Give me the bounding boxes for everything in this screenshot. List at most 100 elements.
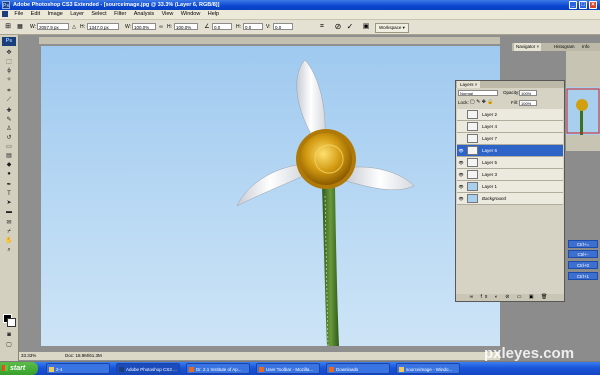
document-canvas[interactable] — [41, 46, 511, 346]
reference-point-icon[interactable]: ▦ — [16, 23, 24, 31]
relative-position-icon[interactable]: △ — [70, 23, 78, 31]
magic-wand-tool-icon[interactable]: ✧ — [2, 76, 16, 84]
taskbar-item[interactable]: Adobe Photoshop CS3 ... — [116, 363, 180, 374]
opacity-field[interactable]: 100% — [519, 90, 537, 96]
x-position-field[interactable]: 2057.9 px — [37, 23, 69, 30]
dodge-tool-icon[interactable]: ● — [2, 170, 16, 178]
options-bar: ⊞ ▦ W: 2057.9 px △ H: 1347.0 px W: 100.0… — [0, 20, 600, 35]
y-label: H: — [80, 24, 85, 30]
menu-analysis[interactable]: Analysis — [131, 10, 157, 19]
visibility-eye-icon[interactable] — [458, 136, 464, 141]
zoom-tool-icon[interactable]: ⌕ — [2, 246, 16, 254]
height-scale-field[interactable]: 100.0% — [174, 23, 198, 30]
shape-tool-icon[interactable]: ▬ — [2, 208, 16, 216]
action-fit-screen[interactable]: Ctrl+0 — [568, 261, 598, 269]
tab-info[interactable]: Info — [580, 43, 592, 51]
eraser-tool-icon[interactable]: ▭ — [2, 143, 16, 151]
menu-select[interactable]: Select — [88, 10, 109, 19]
menu-window[interactable]: Window — [178, 10, 204, 19]
healing-brush-icon[interactable]: ✚ — [2, 107, 16, 115]
crop-tool-icon[interactable]: ⌗ — [2, 87, 16, 95]
minimize-button[interactable]: _ — [569, 1, 577, 9]
slice-tool-icon[interactable]: ⟋ — [2, 96, 16, 104]
background-color-swatch[interactable] — [7, 318, 16, 327]
link-icon[interactable]: ∞ — [157, 23, 165, 31]
pen-tool-icon[interactable]: ✒ — [2, 181, 16, 189]
action-zoom-in[interactable]: Ctrl+= — [568, 240, 598, 248]
visibility-eye-icon[interactable]: 👁 — [458, 196, 464, 201]
menu-image[interactable]: Image — [45, 10, 66, 19]
layer-row[interactable]: 👁 Background — [457, 193, 563, 205]
h-skew-field[interactable]: 0.0 — [243, 23, 263, 30]
visibility-eye-icon[interactable]: 👁 — [458, 148, 464, 153]
taskbar-item[interactable]: Downloads — [326, 363, 390, 374]
cancel-transform-icon[interactable]: ⊘ — [334, 23, 342, 31]
menu-layer[interactable]: Layer — [67, 10, 87, 19]
fill-field[interactable]: 100% — [519, 100, 537, 106]
gradient-tool-icon[interactable]: ▤ — [2, 152, 16, 160]
layer-thumbnail — [467, 182, 478, 191]
visibility-eye-icon[interactable] — [458, 124, 464, 129]
action-actual-pixels[interactable]: Ctrl+1 — [568, 272, 598, 280]
tab-histogram[interactable]: Histogram — [552, 43, 577, 51]
layer-row[interactable]: 👁 Layer 1 — [457, 181, 563, 193]
lasso-tool-icon[interactable]: ϕ — [2, 67, 16, 75]
start-button[interactable]: start — [0, 362, 38, 375]
menu-help[interactable]: Help — [205, 10, 222, 19]
y-position-field[interactable]: 1347.0 px — [87, 23, 119, 30]
visibility-eye-icon[interactable]: 👁 — [458, 160, 464, 165]
layer-thumbnail — [467, 122, 478, 131]
visibility-eye-icon[interactable]: 👁 — [458, 184, 464, 189]
close-button[interactable]: × — [589, 1, 597, 9]
taskbar-item[interactable]: 2-4 — [46, 363, 110, 374]
blur-tool-icon[interactable]: ◆ — [2, 161, 16, 169]
layer-row[interactable]: Layer 2 — [457, 109, 563, 121]
marquee-tool-icon[interactable]: ⬚ — [2, 58, 16, 66]
clone-stamp-icon[interactable]: ♙ — [2, 125, 16, 133]
warp-mode-icon[interactable]: ⌗ — [318, 23, 326, 31]
layer-row[interactable]: 👁 Layer 5 — [457, 157, 563, 169]
path-selection-icon[interactable]: ➤ — [2, 199, 16, 207]
hand-tool-icon[interactable]: ✋ — [2, 237, 16, 245]
eyedropper-tool-icon[interactable]: ⌿ — [2, 228, 16, 236]
menu-file[interactable]: File — [11, 10, 26, 19]
windows-logo-icon — [2, 365, 8, 371]
go-to-bridge-icon[interactable]: ▣ — [362, 23, 370, 31]
layers-footer-icons[interactable]: ∞ fx ◐ ⊘ ▭ ▣ 🗑 — [456, 294, 564, 301]
v-skew-field[interactable]: 0.0 — [273, 23, 293, 30]
move-tool-icon[interactable]: ✥ — [2, 49, 16, 57]
menu-edit[interactable]: Edit — [28, 10, 43, 19]
type-tool-icon[interactable]: T — [2, 190, 16, 198]
navigator-thumbnail[interactable] — [566, 87, 600, 135]
action-zoom-out[interactable]: Ctrl+- — [568, 250, 598, 258]
petal-right — [345, 166, 415, 191]
layer-row[interactable]: Layer 7 — [457, 133, 563, 145]
zoom-level[interactable]: 33.33% — [21, 352, 36, 360]
taskbar-item[interactable]: User Toolbar - Mozilla... — [256, 363, 320, 374]
workspace-menu[interactable]: Workspace ▾ — [375, 23, 409, 33]
width-scale-field[interactable]: 100.0% — [132, 23, 156, 30]
menu-view[interactable]: View — [159, 10, 177, 19]
layer-row[interactable]: 👁 Layer 3 — [457, 169, 563, 181]
tab-navigator[interactable]: Navigator × — [514, 43, 542, 51]
taskbar-item[interactable]: sourceimage - Windo... — [396, 363, 460, 374]
app-menu-icon[interactable] — [2, 11, 8, 17]
tab-layers[interactable]: Layers × — [457, 81, 481, 88]
brush-tool-icon[interactable]: ✎ — [2, 116, 16, 124]
notes-tool-icon[interactable]: ✉ — [2, 219, 16, 227]
screen-mode-icon[interactable]: ▢ — [2, 341, 16, 349]
commit-transform-icon[interactable]: ✓ — [346, 23, 354, 31]
visibility-eye-icon[interactable] — [458, 112, 464, 117]
blend-mode-select[interactable]: Normal — [458, 90, 498, 96]
visibility-eye-icon[interactable]: 👁 — [458, 172, 464, 177]
lock-icons[interactable]: ▢ ✎ ✥ 🔒 — [470, 99, 494, 106]
layer-row[interactable]: Layer 4 — [457, 121, 563, 133]
taskbar-item[interactable]: Dr. 2.1 Institute of Ap... — [186, 363, 250, 374]
maximize-button[interactable]: □ — [579, 1, 587, 9]
layer-name: Layer 2 — [482, 112, 498, 117]
rotation-field[interactable]: 0.0 — [212, 23, 232, 30]
layer-row[interactable]: 👁 Layer 6 — [457, 145, 563, 157]
history-brush-icon[interactable]: ↺ — [2, 134, 16, 142]
menu-filter[interactable]: Filter — [111, 10, 129, 19]
quick-mask-icon[interactable]: ◙ — [2, 331, 16, 339]
